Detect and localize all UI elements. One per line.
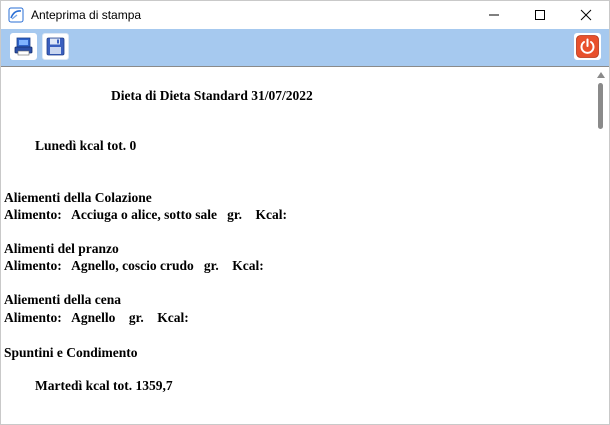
print-button[interactable] [10, 33, 37, 60]
section-header-spuntini: Spuntini e Condimento [4, 345, 138, 360]
close-icon [580, 9, 592, 21]
save-button[interactable] [42, 33, 69, 60]
food-item-cena: Alimento: Agnello gr. Kcal: [4, 310, 189, 325]
maximize-icon [535, 10, 545, 20]
power-icon [576, 35, 599, 58]
window-title: Anteprima di stampa [31, 8, 142, 22]
minimize-icon [489, 14, 499, 16]
day-heading-tuesday: Martedì kcal tot. 1359,7 [35, 378, 173, 393]
scrollbar-thumb[interactable] [598, 83, 603, 129]
food-item-colazione: Alimento: Acciuga o alice, sotto sale gr… [4, 207, 287, 222]
section-header-pranzo: Alimenti del pranzo [4, 241, 119, 256]
vertical-scrollbar[interactable] [593, 67, 609, 424]
exit-button[interactable] [574, 33, 601, 60]
day-heading-monday: Lunedì kcal tot. 0 [35, 138, 137, 153]
printer-icon [14, 37, 33, 56]
app-icon [8, 7, 24, 23]
minimize-button[interactable] [471, 1, 517, 29]
maximize-button[interactable] [517, 1, 563, 29]
title-bar[interactable]: Anteprima di stampa [1, 1, 609, 29]
close-button[interactable] [563, 1, 609, 29]
section-header-colazione: Aliementi della Colazione [4, 190, 152, 205]
toolbar [1, 29, 609, 67]
section-header-cena: Aliementi della cena [4, 292, 121, 307]
document-title: Dieta di Dieta Standard 31/07/2022 [111, 88, 313, 103]
floppy-disk-icon [46, 37, 65, 56]
food-item-pranzo: Alimento: Agnello, coscio crudo gr. Kcal… [4, 258, 264, 273]
print-preview-area[interactable]: Dieta di Dieta Standard 31/07/2022 Luned… [1, 67, 593, 424]
window-controls [471, 1, 609, 29]
scroll-up-arrow-icon[interactable] [593, 69, 609, 81]
print-preview-window: Anteprima di stampa Dieta di Dieta Stand… [0, 0, 610, 425]
